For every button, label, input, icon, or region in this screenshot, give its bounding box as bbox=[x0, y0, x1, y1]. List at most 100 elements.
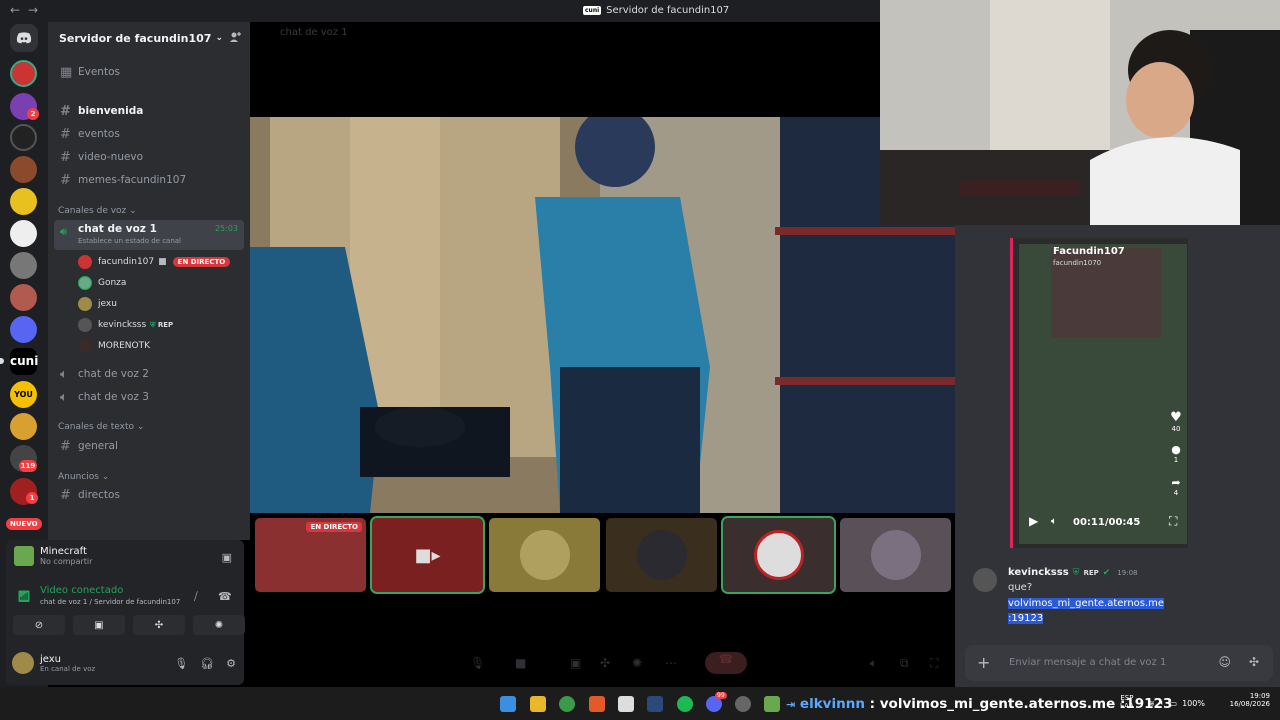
more-icon[interactable]: ⋯ bbox=[665, 656, 677, 670]
volume-icon[interactable]: 🔈︎ bbox=[1051, 516, 1057, 527]
microphone-icon[interactable]: 🎙︎ bbox=[470, 656, 485, 670]
activities-button[interactable]: ✣ bbox=[133, 615, 185, 635]
message-link[interactable]: :19123 bbox=[1008, 613, 1044, 624]
message-input[interactable]: + Enviar mensaje a chat de voz 1 ☺ ✣ bbox=[965, 645, 1273, 681]
disconnect-icon[interactable]: ☎ bbox=[705, 652, 747, 674]
minecraft-icon[interactable] bbox=[764, 696, 780, 712]
screen-share-icon[interactable]: ▣ bbox=[570, 656, 581, 670]
share-screen-button[interactable]: ▣ bbox=[73, 615, 125, 635]
server-icon[interactable] bbox=[10, 252, 37, 279]
headphones-icon[interactable]: 🎧︎ bbox=[200, 657, 214, 670]
server-icon[interactable]: YOU bbox=[10, 381, 37, 408]
category-voice[interactable]: Canales de voz ⌄ bbox=[58, 206, 137, 216]
system-tray[interactable]: ≋ 🔈︎ ▭ 100% bbox=[1148, 698, 1205, 708]
message-link[interactable]: volvimos_mi_gente.aternos.me bbox=[1008, 598, 1165, 609]
tiktok-likes[interactable]: ♥ 40 bbox=[1165, 410, 1187, 433]
play-icon[interactable]: ▶ bbox=[1029, 514, 1038, 528]
category-announcements[interactable]: Anuncios ⌄ bbox=[58, 472, 109, 482]
notion-icon[interactable] bbox=[618, 696, 634, 712]
tiktok-shares[interactable]: ➦ 4 bbox=[1165, 476, 1187, 497]
main-video-stream[interactable] bbox=[250, 117, 955, 513]
voice-channel-active[interactable]: 🔊︎ chat de voz 1 Establece un estado de … bbox=[54, 220, 244, 250]
windows-start-icon[interactable] bbox=[500, 696, 516, 712]
activities-icon[interactable]: ✣ bbox=[600, 656, 610, 670]
channel-memes[interactable]: # memes-facundin107 bbox=[54, 170, 244, 190]
camera-icon[interactable]: ■ bbox=[515, 656, 526, 670]
thumb-user[interactable] bbox=[606, 518, 717, 592]
noise-suppression-icon[interactable]: ⧸ bbox=[194, 590, 198, 604]
nav-arrows[interactable]: ←→ bbox=[10, 3, 46, 17]
server-icon[interactable] bbox=[10, 124, 37, 151]
thumb-camera-off[interactable]: ■▸ bbox=[370, 516, 485, 594]
voice-channel-2[interactable]: 🔈︎ chat de voz 2 bbox=[54, 364, 244, 384]
rep-label: REP bbox=[157, 320, 174, 329]
soundboard-button[interactable]: ✺ bbox=[193, 615, 245, 635]
thumb-user[interactable] bbox=[840, 518, 951, 592]
chevron-down-icon: ⌄ bbox=[215, 33, 223, 43]
thumb-facundin-live[interactable]: EN DIRECTO bbox=[255, 518, 366, 592]
file-explorer-icon[interactable] bbox=[530, 696, 546, 712]
tiktok-comments[interactable]: ● 1 bbox=[1165, 443, 1187, 464]
fullscreen-icon[interactable]: ⛶ bbox=[1169, 514, 1177, 529]
microphone-icon[interactable]: 🎙︎ bbox=[174, 657, 188, 670]
category-text[interactable]: Canales de texto ⌄ bbox=[58, 422, 144, 432]
voice-user[interactable]: Gonza bbox=[78, 274, 126, 292]
voice-user[interactable]: MORENOTK bbox=[78, 337, 150, 355]
emoji-icon[interactable]: ☺ bbox=[1218, 655, 1231, 669]
screen-share-icon[interactable]: ▣ bbox=[222, 551, 232, 564]
voice-connected-detail[interactable]: chat de voz 1 / Servidor de facundin107 bbox=[40, 598, 180, 606]
voice-channel-status[interactable]: Establece un estado de canal bbox=[78, 237, 181, 245]
spotify-icon[interactable] bbox=[677, 696, 693, 712]
camera-off-button[interactable]: ⊘ bbox=[13, 615, 65, 635]
gear-icon[interactable]: ⚙ bbox=[226, 657, 236, 670]
voice-user[interactable]: jexu bbox=[78, 295, 117, 313]
server-icon[interactable] bbox=[10, 60, 37, 87]
steam-icon[interactable] bbox=[647, 696, 663, 712]
apps-icon[interactable]: ✣ bbox=[1249, 655, 1259, 669]
brave-icon[interactable] bbox=[589, 696, 605, 712]
channel-directos[interactable]: # directos bbox=[54, 485, 244, 505]
server-icon[interactable] bbox=[10, 188, 37, 215]
voice-user[interactable]: kevincksss ⛨ REP bbox=[78, 316, 173, 334]
language-indicator[interactable]: ESP LAA bbox=[1120, 694, 1134, 710]
add-user-icon[interactable] bbox=[229, 31, 241, 46]
channel-eventos[interactable]: # eventos bbox=[54, 124, 244, 144]
tiktok-embed[interactable]: Facundin107 facundin1070 ♥ 40 ● 1 ➦ 4 ▶ 🔈︎ … bbox=[1010, 238, 1188, 548]
volume-icon[interactable]: 🔈︎ bbox=[870, 656, 877, 671]
server-header[interactable]: Servidor de facundin107 ⌄ bbox=[48, 22, 250, 54]
popout-icon[interactable]: ⧉ bbox=[900, 656, 909, 671]
channel-label: general bbox=[78, 440, 118, 452]
server-icon[interactable] bbox=[10, 413, 37, 440]
server-icon[interactable] bbox=[10, 156, 37, 183]
fullscreen-icon[interactable]: ⛶ bbox=[930, 656, 938, 671]
user-status: En canal de voz bbox=[40, 664, 96, 673]
chrome-icon[interactable] bbox=[559, 696, 575, 712]
channel-general[interactable]: # general bbox=[54, 436, 244, 456]
thumb-user[interactable] bbox=[721, 516, 836, 594]
voice-connected-status[interactable]: Video conectado bbox=[40, 585, 123, 596]
activity-game: Minecraft bbox=[40, 546, 87, 557]
battery-icon: ▭ bbox=[1169, 698, 1178, 708]
soundboard-icon[interactable]: ✺ bbox=[632, 656, 642, 670]
live-badge: EN DIRECTO bbox=[172, 257, 231, 267]
message-author[interactable]: kevincksss bbox=[1008, 567, 1069, 578]
channel-bienvenida[interactable]: # bienvenida bbox=[54, 101, 244, 121]
message-line: que? bbox=[1008, 582, 1033, 593]
server-icon[interactable] bbox=[10, 284, 37, 311]
app-icon[interactable] bbox=[735, 696, 751, 712]
thumb-user[interactable] bbox=[489, 518, 600, 592]
activity[interactable]: Minecraft No compartir bbox=[14, 546, 92, 566]
clock[interactable]: 19:09 16/08/2026 bbox=[1230, 692, 1270, 708]
server-icon-cuni[interactable]: cuni bbox=[10, 348, 38, 375]
server-icon[interactable] bbox=[10, 220, 37, 247]
disconnect-icon[interactable]: ☎ bbox=[218, 590, 232, 603]
voice-channel-3[interactable]: 🔈︎ chat de voz 3 bbox=[54, 387, 244, 407]
channel-video-nuevo[interactable]: # video-nuevo bbox=[54, 147, 244, 167]
shield-icon: ⛨ bbox=[150, 320, 156, 329]
plus-icon[interactable]: + bbox=[977, 653, 990, 672]
voice-user[interactable]: facundin107 ■ EN DIRECTO bbox=[78, 253, 231, 271]
server-icon[interactable] bbox=[10, 316, 37, 343]
discord-home-icon[interactable] bbox=[10, 24, 38, 52]
events-item[interactable]: ▦ Eventos bbox=[54, 62, 244, 82]
current-user[interactable]: jexu En canal de voz bbox=[12, 652, 95, 674]
